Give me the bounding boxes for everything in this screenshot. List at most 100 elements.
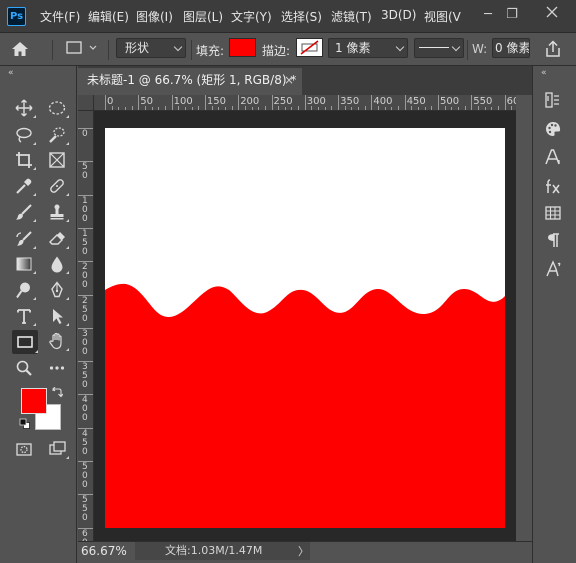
menu-type[interactable]: 文字(Y)	[231, 8, 272, 25]
pen-tool[interactable]	[45, 279, 69, 301]
color-panel-button[interactable]	[540, 118, 566, 140]
dodge-tool[interactable]	[12, 279, 36, 301]
tool-mode-value: 形状	[125, 41, 150, 55]
hand-icon	[49, 332, 62, 350]
swatches-panel-button[interactable]	[540, 202, 566, 224]
ruler-minor-tick	[224, 107, 226, 110]
document-tab[interactable]: 未标题-1 @ 66.7% (矩形 1, RGB/8) * ×	[78, 68, 302, 95]
ruler-origin[interactable]	[78, 95, 94, 111]
type-tool[interactable]	[12, 305, 36, 327]
rectangle-tool[interactable]	[12, 330, 38, 354]
menu-bar: Ps 文件(F) 编辑(E) 图像(I) 图层(L) 文字(Y) 选择(S) 滤…	[0, 0, 576, 33]
more-tools-button[interactable]	[45, 357, 69, 379]
gradient-tool[interactable]	[12, 253, 36, 275]
tool-mode-dropdown[interactable]: 形状	[116, 38, 186, 58]
path-selection-tool[interactable]	[45, 305, 69, 327]
wave-shape[interactable]	[105, 128, 505, 528]
crop-tool[interactable]	[12, 149, 36, 171]
screen-mode-button[interactable]	[45, 438, 69, 460]
blur-tool[interactable]	[45, 253, 69, 275]
minimize-button[interactable]: ─	[476, 4, 500, 26]
glyphs-panel-button[interactable]	[540, 258, 566, 280]
hand-tool[interactable]	[45, 330, 69, 352]
history-brush-icon	[16, 231, 32, 246]
horizontal-ruler[interactable]: 05010015020025030035040045050055060	[94, 95, 516, 111]
more-tools-icon	[49, 366, 65, 370]
glyphs-panel-icon	[546, 260, 561, 277]
ruler-minor-tick	[451, 107, 453, 110]
move-tool[interactable]	[12, 97, 36, 119]
vertical-ruler[interactable]: 0 5 0 1 0 0 1 5 0 2 0 0 2 5 0 3 0 0 3 5 0 4 0 0 4…	[78, 111, 94, 541]
ruler-minor-tick	[191, 107, 193, 110]
frame-tool[interactable]	[45, 149, 69, 171]
restore-button[interactable]: ❐	[500, 4, 524, 26]
dodge-icon	[16, 282, 30, 299]
home-button[interactable]	[8, 37, 32, 61]
ruler-tick	[204, 95, 206, 110]
ruler-minor-tick	[178, 106, 180, 110]
default-colors-button[interactable]	[19, 418, 31, 433]
menu-3d[interactable]: 3D(D)	[381, 8, 416, 22]
healing-brush-tool[interactable]	[45, 175, 69, 197]
styles-panel-button[interactable]	[540, 175, 566, 197]
ruler-minor-tick	[291, 107, 293, 110]
character-panel-button[interactable]	[540, 146, 566, 168]
collapse-right-panel-button[interactable]: «	[541, 68, 547, 78]
fill-color-swatch[interactable]	[229, 38, 256, 57]
panels-dock	[532, 66, 576, 563]
brush-tool[interactable]	[12, 201, 36, 223]
ruler-minor-tick	[358, 107, 360, 110]
ruler-tick	[105, 95, 106, 110]
foreground-color-swatch[interactable]	[21, 388, 47, 414]
paragraph-panel-button[interactable]	[540, 229, 566, 251]
document-info[interactable]: 文档:1.03M/1.47M	[135, 542, 310, 560]
clone-stamp-tool[interactable]	[45, 201, 69, 223]
ruler-label: 100	[173, 96, 193, 107]
ruler-tick	[304, 95, 306, 110]
ruler-minor-tick	[324, 107, 326, 110]
lasso-tool[interactable]	[12, 124, 36, 146]
separator	[191, 40, 192, 60]
zoom-level[interactable]: 66.67%	[81, 544, 127, 558]
width-field[interactable]: 0 像素	[492, 38, 530, 58]
close-icon	[546, 6, 558, 18]
home-icon	[12, 42, 28, 56]
status-menu-arrow[interactable]: 〉	[298, 543, 309, 559]
menu-layer[interactable]: 图层(L)	[183, 8, 223, 25]
tool-preset-picker[interactable]	[64, 38, 102, 58]
swap-colors-button[interactable]	[51, 386, 64, 402]
history-brush-tool[interactable]	[12, 228, 36, 250]
move-icon	[15, 99, 33, 117]
share-button[interactable]	[542, 39, 564, 59]
ruler-minor-tick	[491, 107, 493, 110]
zoom-tool[interactable]	[12, 357, 36, 379]
menu-file[interactable]: 文件(F)	[40, 8, 80, 25]
quick-mask-button[interactable]	[12, 438, 36, 460]
menu-view[interactable]: 视图(V	[424, 8, 461, 25]
menu-edit[interactable]: 编辑(E)	[88, 8, 129, 25]
close-window-button[interactable]	[540, 4, 564, 26]
ruler-minor-tick	[497, 106, 499, 110]
close-tab-button[interactable]: ×	[284, 68, 294, 93]
menu-filter[interactable]: 滤镜(T)	[331, 8, 372, 25]
stroke-type-dropdown[interactable]	[414, 38, 464, 58]
ruler-tick	[271, 95, 273, 110]
ruler-label: 350	[340, 96, 360, 107]
separator	[467, 40, 468, 60]
menu-select[interactable]: 选择(S)	[281, 8, 322, 25]
photoshop-logo[interactable]: Ps	[7, 7, 26, 26]
marquee-tool[interactable]	[45, 97, 69, 119]
eyedropper-icon	[16, 178, 32, 194]
quick-selection-tool[interactable]	[45, 124, 69, 146]
ruler-minor-tick	[318, 107, 320, 110]
stroke-width-dropdown[interactable]: 1 像素	[328, 38, 408, 58]
history-panel-button[interactable]	[540, 89, 566, 111]
eraser-tool[interactable]	[45, 228, 69, 250]
eyedropper-tool[interactable]	[12, 175, 36, 197]
menu-image[interactable]: 图像(I)	[136, 8, 173, 25]
pen-icon	[51, 281, 63, 298]
collapse-left-panel-button[interactable]: «	[8, 68, 14, 78]
stroke-color-swatch[interactable]	[296, 38, 323, 57]
quick-selection-icon	[49, 127, 65, 143]
document-canvas[interactable]	[105, 128, 505, 528]
